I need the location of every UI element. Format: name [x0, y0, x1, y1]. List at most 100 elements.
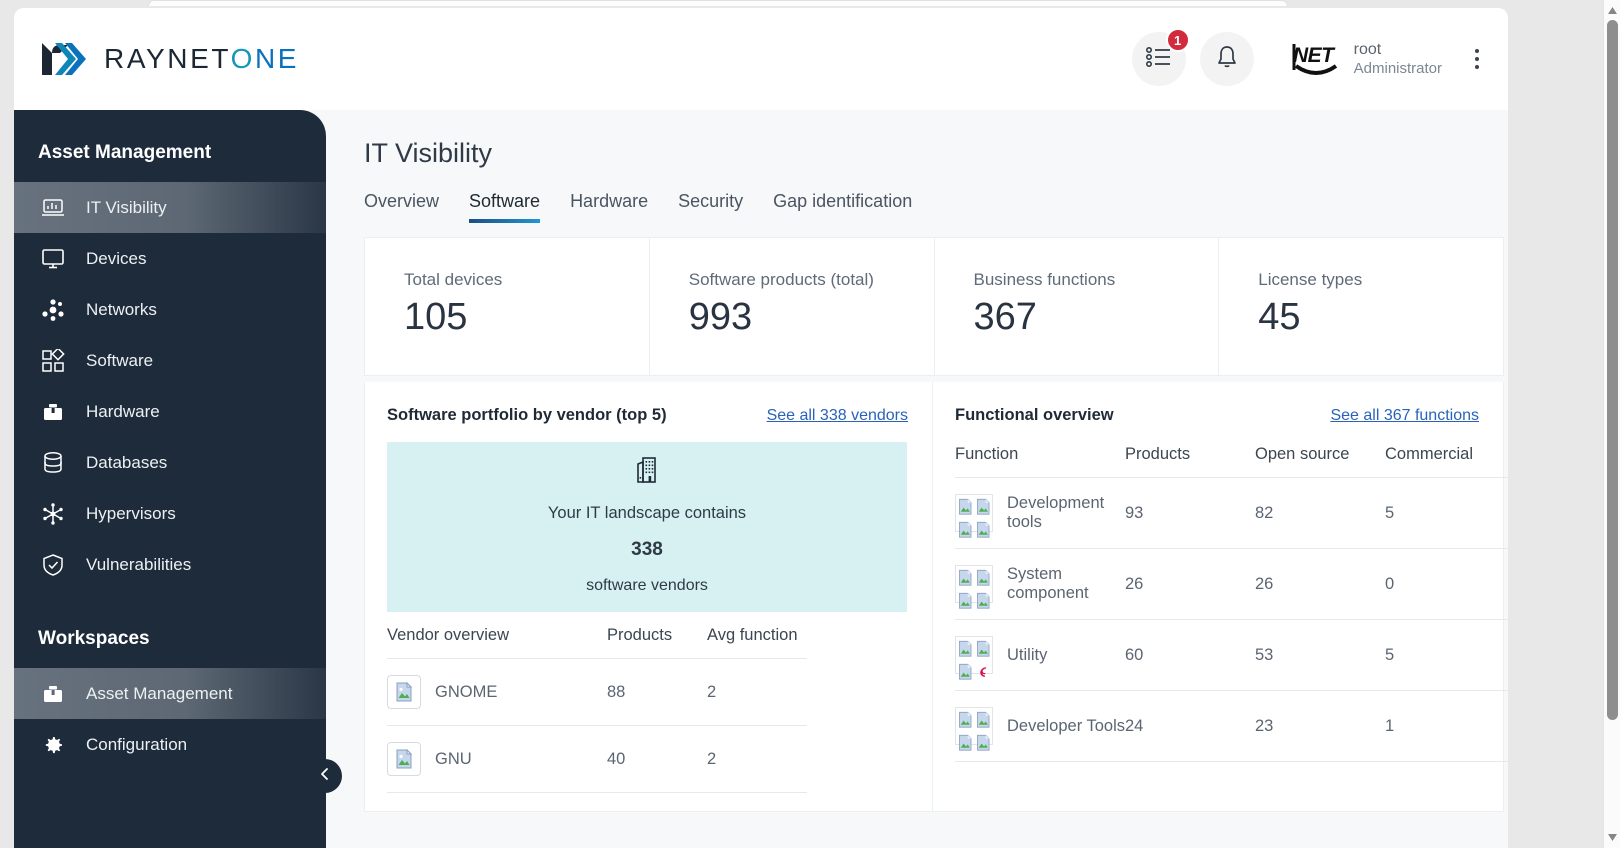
debian-logo-icon	[975, 661, 992, 683]
blocks-icon	[40, 348, 66, 374]
vendor-panel: Software portfolio by vendor (top 5) See…	[365, 382, 933, 811]
app-page: RAYNETONE 1 NET root Administrator Asset…	[14, 8, 1508, 848]
brand-logo[interactable]: RAYNETONE	[38, 39, 299, 79]
func-col-function[interactable]: Function	[955, 435, 1125, 478]
vendor-panel-header: Software portfolio by vendor (top 5) See…	[387, 406, 932, 425]
vendor-info-banner: Your IT landscape contains 338 software …	[387, 442, 907, 612]
table-row[interactable]: GNU 40 2	[387, 725, 807, 793]
kpi-value: 993	[688, 296, 753, 338]
sidebar-section-title: Asset Management	[38, 142, 212, 163]
broken-image-grid-icon	[955, 494, 993, 538]
vendor-avg-functions: 2	[707, 658, 807, 726]
page-title: IT Visibility	[364, 138, 493, 168]
header-overflow-menu-button[interactable]	[1460, 35, 1494, 83]
app-header: RAYNETONE 1 NET root Administrator	[14, 8, 1508, 110]
banner-count: 338	[631, 539, 663, 560]
user-role: Administrator	[1353, 59, 1442, 77]
broken-image-icon	[387, 742, 421, 776]
monitor-icon	[40, 246, 66, 272]
sidebar-workspace-configuration[interactable]: Configuration	[14, 719, 326, 770]
table-row[interactable]: GNOME 88 2	[387, 658, 807, 726]
broken-image-icon	[387, 675, 421, 709]
browser-window-top-edge	[148, 0, 1288, 6]
tasks-badge: 1	[1165, 28, 1190, 52]
table-row[interactable]: System component 26 26 0	[955, 548, 1508, 620]
tab-gap-identification[interactable]: Gap identification	[773, 191, 912, 223]
bell-icon	[1215, 44, 1239, 75]
table-row[interactable]: Developer Tools 24 23 1	[955, 690, 1508, 762]
brand-name: RAYNETONE	[104, 43, 300, 74]
scroll-up-arrow-icon[interactable]	[1604, 2, 1620, 19]
svg-text:NET: NET	[1293, 44, 1336, 67]
vendor-name: GNOME	[435, 682, 498, 701]
kpi-label: Business functions	[973, 270, 1116, 289]
func-name: System component	[1007, 565, 1089, 602]
sidebar-item-vulnerabilities[interactable]: Vulnerabilities	[14, 539, 326, 590]
sidebar-item-label: IT Visibility	[86, 197, 167, 217]
func-name-cell: Development tools	[955, 477, 1125, 549]
func-col-open-source[interactable]: Open source	[1255, 435, 1385, 478]
hypervisor-icon	[40, 501, 66, 527]
func-products: 60	[1125, 619, 1255, 691]
kebab-dot	[1475, 57, 1479, 61]
sidebar-item-devices[interactable]: Devices	[14, 233, 326, 284]
kpi-total-devices: Total devices 105	[365, 238, 650, 375]
table-row[interactable]: Development tools 93 82 5	[955, 477, 1508, 549]
user-name: root	[1353, 40, 1382, 58]
sidebar-item-it-visibility[interactable]: IT Visibility	[14, 182, 326, 233]
tab-software[interactable]: Software	[469, 191, 541, 223]
sidebar-workspace-asset-management[interactable]: Asset Management	[14, 668, 326, 719]
vendor-panel-title: Software portfolio by vendor (top 5)	[387, 406, 667, 424]
scroll-down-arrow-icon[interactable]	[1604, 829, 1620, 846]
main-content: IT Visibility Overview Software Hardware…	[326, 110, 1508, 848]
tab-overview[interactable]: Overview	[364, 191, 439, 223]
see-all-functions-link[interactable]: See all 367 functions	[1330, 407, 1479, 425]
browser-scrollbar[interactable]	[1603, 0, 1620, 848]
tasks-button[interactable]: 1	[1131, 28, 1190, 86]
vendor-col-products[interactable]: Products	[607, 616, 707, 659]
sidebar-item-label: Databases	[86, 452, 168, 472]
sidebar-item-networks[interactable]: Networks	[14, 284, 326, 335]
vendor-products: 88	[607, 658, 707, 726]
see-all-vendors-link[interactable]: See all 338 vendors	[767, 407, 908, 425]
avatar: NET	[1290, 36, 1342, 82]
func-name-cell: System component	[955, 548, 1125, 620]
sidebar-item-databases[interactable]: Databases	[14, 437, 326, 488]
vendor-table-header-row: Vendor overview Products Avg function	[387, 616, 807, 659]
tab-hardware[interactable]: Hardware	[570, 191, 648, 223]
kpi-value: 105	[404, 296, 468, 338]
func-name: Developer Tools	[1007, 716, 1126, 735]
func-col-commercial[interactable]: Commercial	[1385, 435, 1508, 478]
toolbox-icon	[40, 399, 66, 425]
vendor-avg-functions: 2	[707, 725, 807, 793]
kpi-license-types: License types 45	[1219, 238, 1503, 375]
kpi-card-row: Total devices 105 Software products (tot…	[364, 237, 1504, 376]
function-panel: Functional overview See all 367 function…	[933, 382, 1508, 811]
sidebar-item-software[interactable]: Software	[14, 335, 326, 386]
laptop-chart-icon	[40, 195, 66, 221]
vendor-col-avg-functions[interactable]: Avg function	[707, 616, 807, 659]
vendor-name-cell: GNU	[387, 725, 607, 793]
vendor-col-name[interactable]: Vendor overview	[387, 616, 607, 659]
vendor-products: 40	[607, 725, 707, 793]
user-menu[interactable]: NET root Administrator	[1290, 36, 1442, 82]
raynet-logo-icon	[38, 39, 90, 79]
broken-image-grid-icon	[955, 565, 993, 609]
func-products: 24	[1125, 690, 1255, 762]
scrollbar-thumb[interactable]	[1607, 20, 1618, 720]
sidebar-item-hardware[interactable]: Hardware	[14, 386, 326, 437]
sidebar-item-label: Hypervisors	[86, 503, 176, 523]
banner-line-1: Your IT landscape contains	[547, 504, 747, 522]
kebab-dot	[1475, 49, 1479, 53]
sidebar-item-hypervisors[interactable]: Hypervisors	[14, 488, 326, 539]
kpi-label: Total devices	[404, 270, 503, 289]
banner-line-2: software vendors	[586, 577, 708, 594]
func-open-source: 82	[1255, 477, 1385, 549]
func-commercial: 1	[1385, 690, 1508, 762]
func-col-products[interactable]: Products	[1125, 435, 1255, 478]
notifications-button[interactable]	[1199, 32, 1254, 86]
tab-security[interactable]: Security	[678, 191, 743, 223]
func-open-source: 53	[1255, 619, 1385, 691]
sidebar-workspaces-title: Workspaces	[38, 628, 150, 649]
table-row[interactable]: Utility 60 53 5	[955, 619, 1508, 691]
